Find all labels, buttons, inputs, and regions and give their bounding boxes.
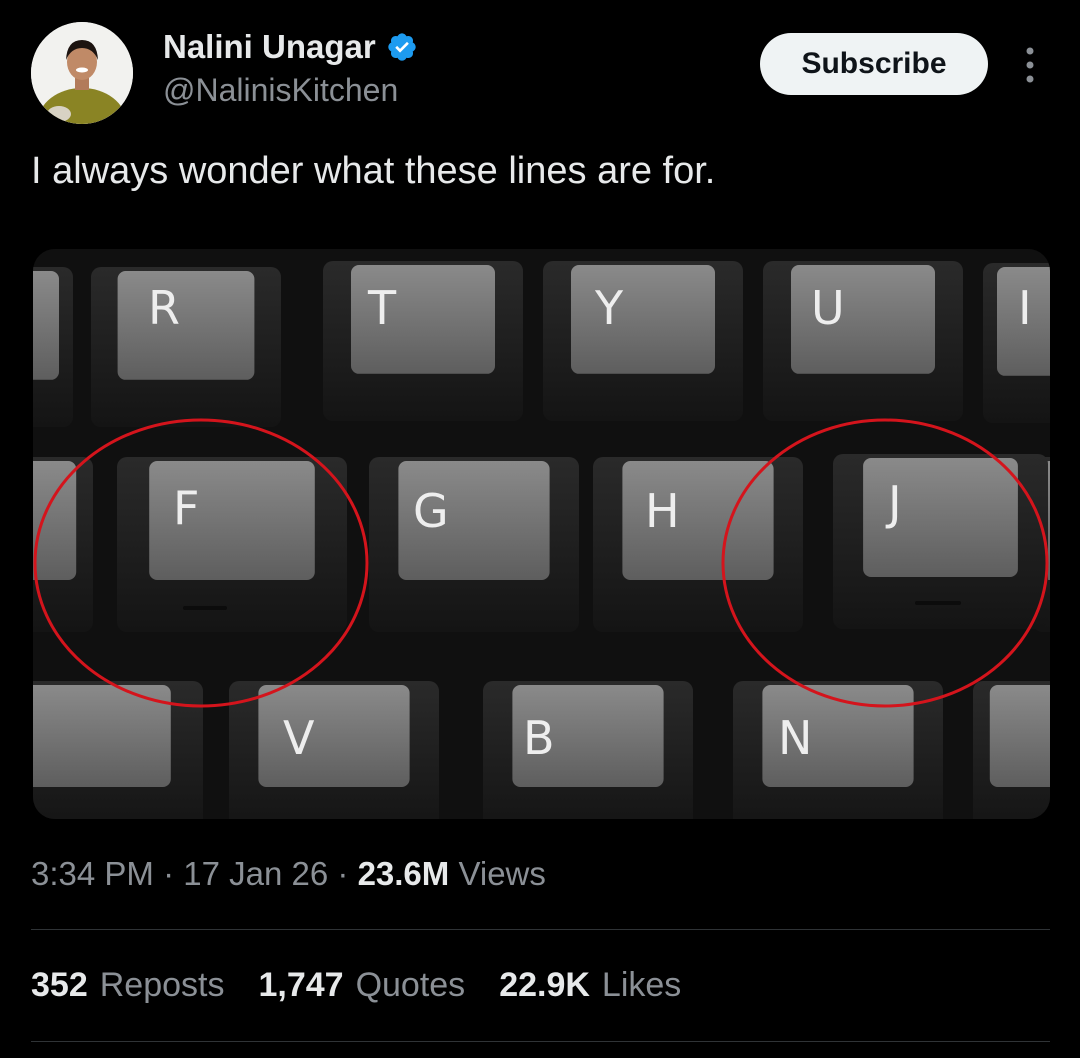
views-count: 23.6M xyxy=(357,855,450,892)
tweet-date[interactable]: 17 Jan 26 xyxy=(183,855,328,892)
stat-likes[interactable]: 22.9K Likes xyxy=(499,966,681,1005)
avatar[interactable] xyxy=(31,22,133,124)
author-name[interactable]: Nalini Unagar xyxy=(163,28,418,66)
reposts-count: 352 xyxy=(31,966,88,1004)
key-label: H xyxy=(645,484,680,538)
key-label: R xyxy=(148,281,180,335)
keyboard-key xyxy=(369,457,579,632)
key-label: F xyxy=(173,481,199,535)
j-key-bump xyxy=(915,601,961,605)
key-label: Y xyxy=(594,281,624,335)
key-label: J xyxy=(885,476,902,530)
key-label: V xyxy=(283,711,315,765)
reposts-label: Reposts xyxy=(99,966,225,1004)
keyboard-key xyxy=(593,457,803,632)
key-label: T xyxy=(367,281,397,335)
tweet-text: I always wonder what these lines are for… xyxy=(31,150,716,192)
keyboard-key xyxy=(117,457,347,632)
key-label: I xyxy=(1018,281,1032,335)
divider xyxy=(31,1041,1050,1042)
tweet-meta: 3:34 PM · 17 Jan 26 · 23.6M Views xyxy=(31,855,546,893)
key-label: B xyxy=(523,711,555,765)
tweet-media[interactable]: R T Y U I F G H J V B N xyxy=(33,249,1050,819)
f-key-bump xyxy=(183,606,227,610)
meta-separator: · xyxy=(337,855,349,892)
avatar-photo xyxy=(31,22,133,124)
key-label: G xyxy=(413,484,449,538)
meta-separator: · xyxy=(163,855,175,892)
keyboard-key xyxy=(323,261,523,421)
keyboard-key xyxy=(733,681,943,819)
keyboard-key xyxy=(33,681,203,819)
quotes-count: 1,747 xyxy=(258,966,344,1004)
keyboard-key xyxy=(33,267,73,427)
tweet-time[interactable]: 3:34 PM xyxy=(31,855,154,892)
keyboard-photo: R T Y U I F G H J V B N xyxy=(33,249,1050,819)
keyboard-key xyxy=(543,261,743,421)
stat-reposts[interactable]: 352 Reposts xyxy=(31,966,224,1005)
keyboard-key xyxy=(91,267,281,427)
keyboard-key xyxy=(229,681,439,819)
views-label: Views xyxy=(458,855,546,892)
likes-label: Likes xyxy=(601,966,682,1004)
more-options-icon xyxy=(1026,47,1034,83)
author-handle[interactable]: @NalinisKitchen xyxy=(163,72,398,109)
keyboard-key xyxy=(483,681,693,819)
likes-count: 22.9K xyxy=(499,966,590,1004)
subscribe-button[interactable]: Subscribe xyxy=(760,33,988,95)
keyboard-key xyxy=(973,681,1050,819)
verified-badge-icon xyxy=(388,33,416,61)
author-name-text: Nalini Unagar xyxy=(163,28,376,65)
quotes-label: Quotes xyxy=(355,966,466,1004)
more-options-button[interactable] xyxy=(1010,40,1050,90)
key-label: N xyxy=(778,711,812,765)
stat-quotes[interactable]: 1,747 Quotes xyxy=(258,966,465,1005)
keyboard-key xyxy=(763,261,963,421)
divider xyxy=(31,929,1050,930)
key-label: U xyxy=(811,281,845,335)
keyboard-key xyxy=(983,263,1050,423)
engagement-stats: 352 Reposts 1,747 Quotes 22.9K Likes xyxy=(31,966,681,1005)
